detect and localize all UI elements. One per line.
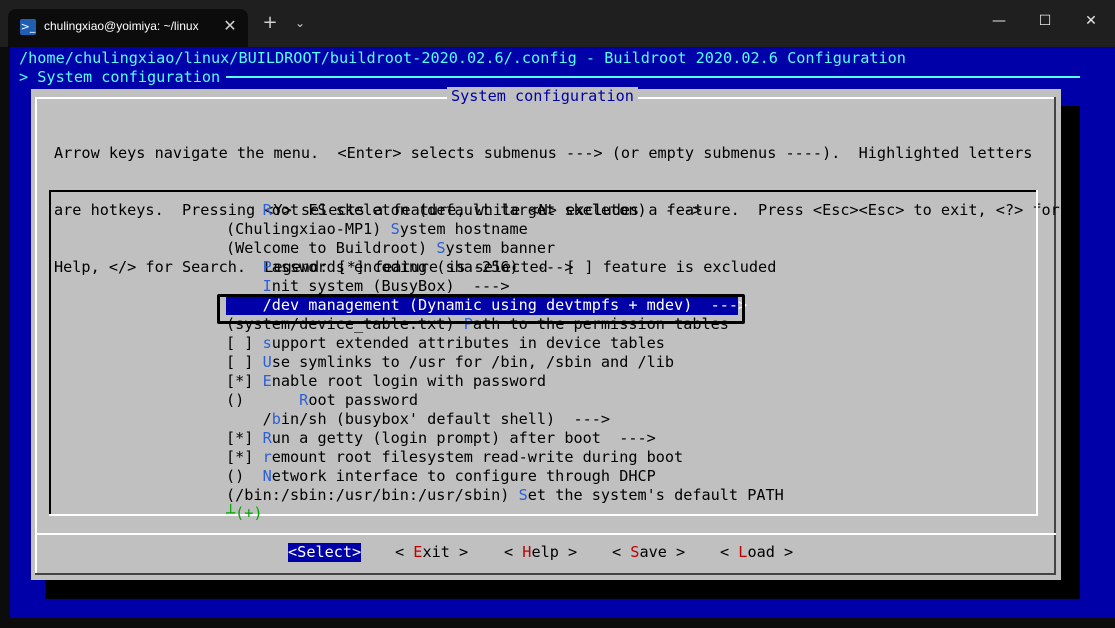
menu-item-prefix: / (226, 410, 272, 428)
menu-item[interactable]: [*] Enable root login with password (226, 372, 784, 391)
menu-item[interactable]: [*] Run a getty (login prompt) after boo… (226, 429, 784, 448)
plus-icon[interactable]: + (260, 12, 280, 34)
menu-item-prefix: () (226, 467, 263, 485)
dialog-button[interactable]: < Exit > (395, 543, 468, 562)
menu-item-label: emount root filesystem read-write during… (271, 448, 684, 466)
menu-item-hotkey: b (271, 410, 281, 428)
terminal-tab[interactable]: >_ chulingxiao@yoimiya: ~/linux ✕ (8, 9, 248, 47)
menu-item-label: ystem hostname (399, 220, 528, 238)
button-label: oad > (747, 543, 794, 561)
breadcrumb: > System configuration (19, 68, 221, 86)
menu-item-hotkey: R (262, 429, 272, 447)
button-bracket: < (288, 543, 298, 561)
menu-item-hotkey: R (262, 201, 272, 219)
menu-item[interactable]: /bin/sh (busybox' default shell) ---> (226, 410, 784, 429)
breadcrumb-rule (226, 76, 1080, 78)
tab-title: chulingxiao@yoimiya: ~/linux (44, 19, 199, 33)
menu-item-prefix (226, 201, 263, 219)
menu-item-prefix (226, 277, 263, 295)
menu-item[interactable]: (Welcome to Buildroot) System banner (226, 239, 784, 258)
menu-box-border (49, 514, 1038, 516)
menu-item-label: asswords encoding (sha-256) ---> (271, 258, 574, 276)
menu-item-label: un a getty (login prompt) after boot ---… (271, 429, 656, 447)
dialog-title: System configuration (447, 87, 638, 106)
config-path-header: /home/chulingxiao/linux/BUILDROOT/buildr… (19, 49, 906, 67)
close-icon[interactable]: ✕ (220, 16, 240, 36)
dialog-button[interactable]: <Select> (288, 543, 362, 562)
minimize-icon[interactable]: — (976, 5, 1022, 37)
menu-item-hotkey: S (518, 486, 528, 504)
button-hotkey: S (297, 543, 307, 561)
menu-item-prefix: [ ] (226, 353, 263, 371)
button-bracket: < (395, 543, 414, 561)
menu-list: Root FS skeleton (default target skeleto… (226, 201, 784, 505)
chevron-down-icon[interactable]: ⌄ (291, 12, 309, 34)
menu-box-border (1036, 190, 1038, 516)
menu-item-prefix: (Welcome to Buildroot) (226, 239, 437, 257)
menu-item[interactable]: Root FS skeleton (default target skeleto… (226, 201, 784, 220)
button-label: xit > (422, 543, 469, 561)
dialog-border (35, 573, 1056, 575)
menu-item-label: nit system (BusyBox) ---> (271, 277, 510, 295)
menu-item[interactable]: Passwords encoding (sha-256) ---> (226, 258, 784, 277)
menu-item-prefix: [ ] (226, 334, 263, 352)
menu-item-prefix: (Chulingxiao-MP1) (226, 220, 391, 238)
menu-item[interactable]: [ ] support extended attributes in devic… (226, 334, 784, 353)
menu-item[interactable]: (Chulingxiao-MP1) System hostname (226, 220, 784, 239)
help-line: Arrow keys navigate the menu. <Enter> se… (54, 144, 1033, 162)
menu-item-prefix: [*] (226, 448, 263, 466)
menu-item-prefix: [*] (226, 372, 263, 390)
maximize-icon[interactable]: ☐ (1022, 5, 1068, 37)
menu-item-label: oot FS skeleton (default target skeleton… (271, 201, 702, 219)
selection-highlight-outline (217, 294, 745, 324)
close-window-icon[interactable]: ✕ (1068, 5, 1114, 37)
menu-item[interactable]: () Network interface to configure throug… (226, 467, 784, 486)
menu-item-label: etwork interface to configure through DH… (271, 467, 656, 485)
menu-item-hotkey: r (262, 448, 272, 466)
dialog-border (35, 97, 37, 575)
menu-item-label: oot password (308, 391, 419, 409)
menu-item-label: nable root login with password (271, 372, 547, 390)
menu-item-prefix: () (226, 391, 300, 409)
button-separator (35, 533, 1056, 535)
menu-item-label: et the system's default PATH (527, 486, 784, 504)
menu-item[interactable]: () Root password (226, 391, 784, 410)
menu-item-hotkey: E (262, 372, 272, 390)
menu-item-label: ystem banner (445, 239, 556, 257)
dialog-button[interactable]: < Help > (504, 543, 577, 562)
menu-item-hotkey: S (390, 220, 400, 238)
menu-item-hotkey: P (262, 258, 272, 276)
menu-item[interactable]: (/bin:/sbin:/usr/bin:/usr/sbin) Set the … (226, 486, 784, 505)
menu-item-prefix (226, 258, 263, 276)
menu-item-prefix: [*] (226, 429, 263, 447)
menu-box-border (49, 190, 51, 516)
button-bracket: < (612, 543, 631, 561)
powershell-icon: >_ (20, 19, 36, 35)
more-indicator: ┴(+) (226, 504, 263, 522)
menu-item-label: se symlinks to /usr for /bin, /sbin and … (271, 353, 675, 371)
button-label: ave > (639, 543, 686, 561)
menu-item-hotkey: I (262, 277, 272, 295)
menu-item-hotkey: s (262, 334, 272, 352)
button-label: elp > (531, 543, 578, 561)
menu-box-border (49, 190, 1037, 192)
menu-item-label: upport extended attributes in device tab… (271, 334, 665, 352)
button-bracket: < (504, 543, 523, 561)
menu-item-hotkey: U (262, 353, 272, 371)
menu-item[interactable]: [ ] Use symlinks to /usr for /bin, /sbin… (226, 353, 784, 372)
button-label: elect> (306, 543, 362, 561)
dialog-button[interactable]: < Save > (612, 543, 685, 562)
menu-item[interactable]: [*] remount root filesystem read-write d… (226, 448, 784, 467)
menu-item-hotkey: R (299, 391, 309, 409)
menu-item-hotkey: N (262, 467, 272, 485)
menu-item-prefix: (/bin:/sbin:/usr/bin:/usr/sbin) (226, 486, 519, 504)
button-bracket: < (720, 543, 739, 561)
menu-item-label: in/sh (busybox' default shell) ---> (280, 410, 611, 428)
title-bar: >_ chulingxiao@yoimiya: ~/linux ✕ + ⌄ — … (0, 0, 1115, 47)
dialog-button[interactable]: < Load > (720, 543, 793, 562)
